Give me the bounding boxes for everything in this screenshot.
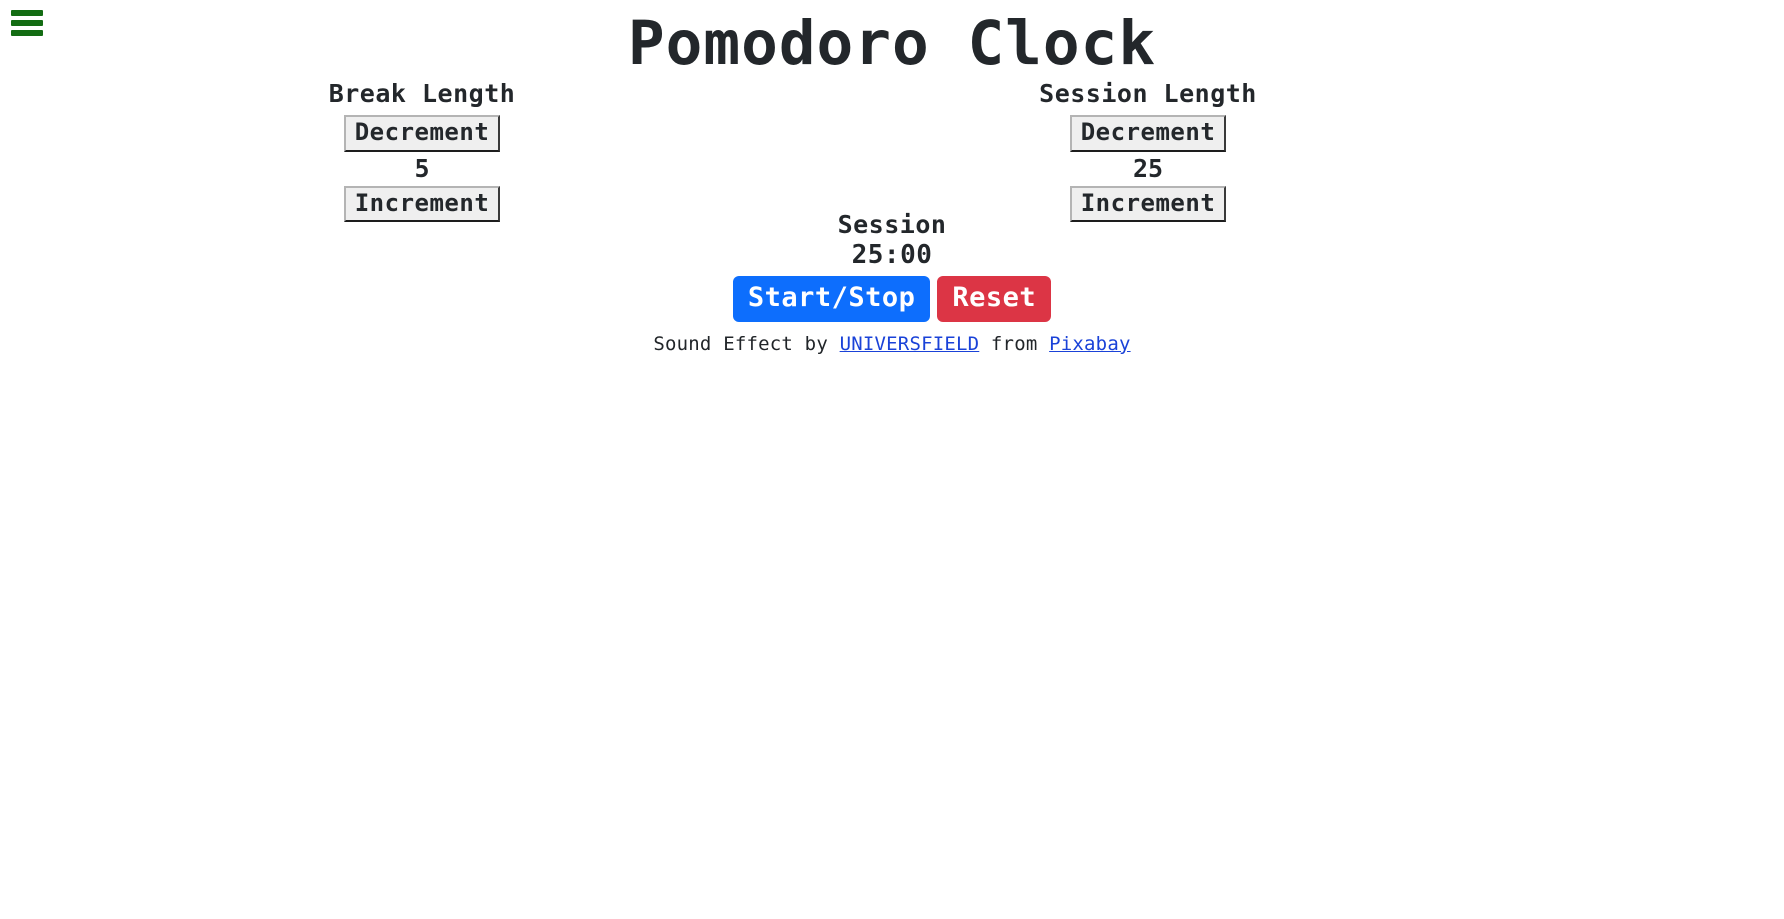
session-length-value: 25 — [1132, 153, 1164, 183]
page-title: Pomodoro Clock — [627, 8, 1157, 79]
attribution-middle: from — [979, 332, 1050, 355]
session-length-label: Session Length — [1039, 78, 1257, 108]
break-length-control: Break Length Decrement 5 Increment — [288, 80, 556, 222]
length-controls-row: Break Length Decrement 5 Increment Sessi… — [0, 80, 1784, 222]
attribution-author-link[interactable]: UNIVERSFIELD — [840, 333, 980, 355]
attribution-prefix: Sound Effect by — [653, 332, 840, 355]
session-decrement-button[interactable]: Decrement — [1069, 115, 1227, 152]
session-increment-button[interactable]: Increment — [1069, 185, 1227, 222]
break-length-label: Break Length — [328, 78, 516, 108]
break-decrement-button[interactable]: Decrement — [343, 115, 501, 152]
hamburger-menu-icon-bar-1 — [11, 10, 43, 16]
hamburger-menu-button[interactable] — [11, 8, 43, 38]
timer-label: Session — [837, 209, 947, 239]
attribution-text: Sound Effect by UNIVERSFIELD from Pixaba… — [0, 332, 1784, 357]
break-length-value: 5 — [414, 153, 430, 183]
timer-time-left: 25:00 — [851, 239, 933, 270]
attribution-source-link[interactable]: Pixabay — [1049, 333, 1130, 355]
start-stop-button[interactable]: Start/Stop — [732, 275, 931, 322]
hamburger-menu-icon-bar-2 — [11, 20, 43, 26]
reset-button[interactable]: Reset — [937, 275, 1052, 322]
session-length-control: Session Length Decrement 25 Increment — [1014, 80, 1282, 222]
break-increment-button[interactable]: Increment — [343, 185, 501, 222]
timer-block: Session 25:00 Start/Stop Reset — [0, 209, 1784, 322]
hamburger-menu-icon-bar-3 — [11, 30, 43, 36]
timer-controls: Start/Stop Reset — [0, 275, 1784, 322]
